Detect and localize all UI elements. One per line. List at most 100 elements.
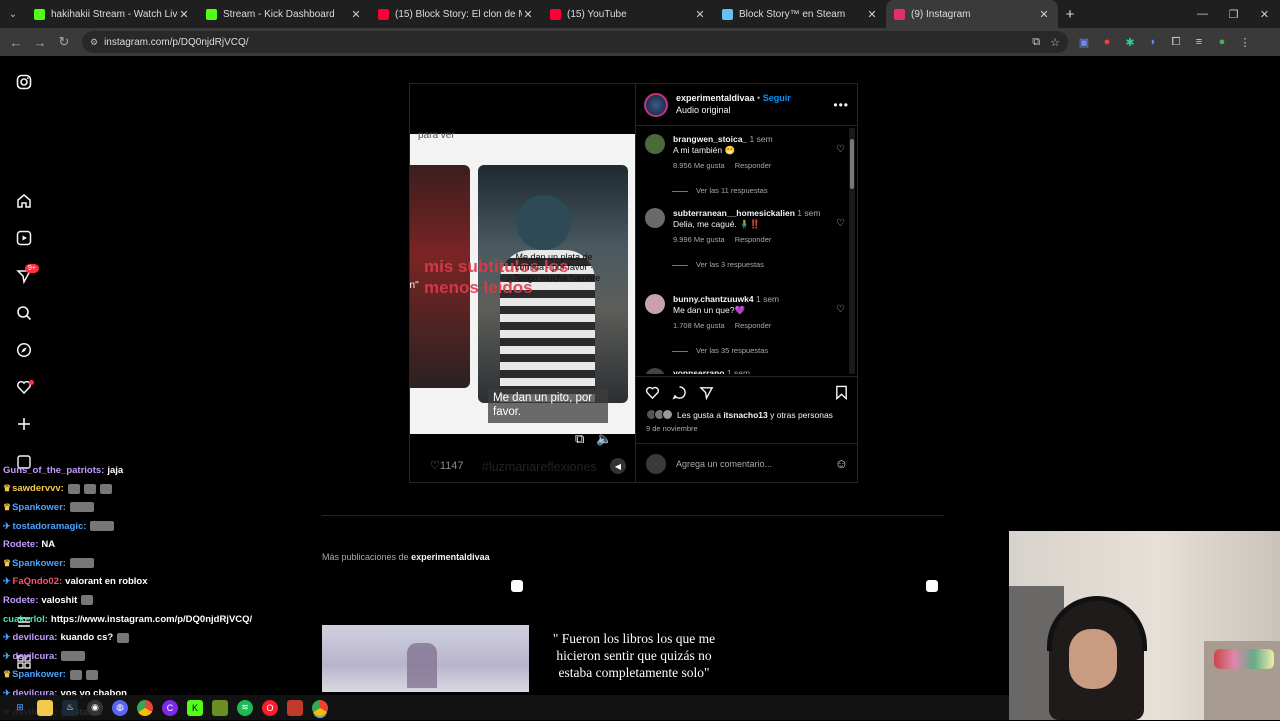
address-bar[interactable]: ⚙ instagram.com/p/DQ0njdRjVCQ/ ⧉ ☆ — [82, 31, 1068, 53]
browser-tab[interactable]: Stream - Kick Dashboard ✕ — [198, 0, 370, 28]
instagram-logo-icon[interactable] — [14, 72, 34, 92]
audio-label[interactable]: Audio original — [676, 105, 791, 117]
extension-icon[interactable]: ◗ — [1147, 36, 1159, 49]
comment-likes[interactable]: 1.708 Me gusta — [673, 321, 725, 330]
share-send-icon[interactable] — [699, 385, 714, 404]
start-windows-icon[interactable]: ⊞ — [12, 700, 28, 716]
chat-username[interactable]: Spankower: — [12, 502, 66, 513]
save-bookmark-icon[interactable] — [835, 385, 848, 403]
canva-icon[interactable]: C — [162, 699, 178, 716]
like-heart-icon[interactable] — [645, 385, 660, 404]
commenter-avatar[interactable] — [645, 368, 665, 374]
minecraft-icon[interactable] — [212, 699, 228, 716]
comment-likes[interactable]: 9.996 Me gusta — [673, 235, 725, 244]
chrome-active-icon[interactable] — [312, 699, 328, 716]
bookmark-star-icon[interactable]: ☆ — [1050, 36, 1060, 49]
view-replies-button[interactable]: Ver las 3 respuestas — [672, 260, 764, 269]
comment-username[interactable]: subterranean__homesickalien — [673, 208, 795, 218]
comment-bubble-icon[interactable] — [672, 385, 687, 404]
chat-username[interactable]: sawdervvv: — [12, 483, 64, 494]
tab-close-icon[interactable]: ✕ — [350, 8, 362, 21]
chat-username[interactable]: Guns_of_the_patriots: — [3, 465, 104, 476]
reply-button[interactable]: Responder — [735, 161, 772, 170]
author-username[interactable]: experimentaldivaa — [676, 93, 755, 103]
url-text[interactable]: instagram.com/p/DQ0njdRjVCQ/ — [104, 37, 249, 48]
chat-username[interactable]: Spankower: — [12, 558, 66, 569]
commenter-avatar[interactable] — [645, 208, 665, 228]
restore-button[interactable]: ❐ — [1218, 8, 1249, 21]
grid-post-quote[interactable]: " Fueron los libros los que me hicieron … — [548, 631, 720, 682]
liked-by-user[interactable]: itsnacho13 — [723, 410, 767, 420]
tab-close-icon[interactable]: ✕ — [1038, 8, 1050, 21]
browser-tab[interactable]: (15) Block Story: El clon de Min ✕ — [370, 0, 542, 28]
extension-icon[interactable]: ▣ — [1078, 36, 1090, 49]
minimize-button[interactable]: — — [1187, 8, 1218, 21]
close-window-button[interactable]: ✕ — [1249, 8, 1280, 21]
grid-post-thumbnail[interactable] — [322, 625, 529, 692]
file-explorer-icon[interactable] — [37, 699, 53, 716]
captions-icon[interactable]: ⧉ — [575, 431, 584, 447]
chat-username[interactable]: devilcura: — [13, 651, 58, 662]
profile-avatar[interactable]: ● — [1216, 36, 1228, 49]
reel-video[interactable]: para ver en" mis subtitulos los menos le… — [410, 84, 635, 482]
steam-icon[interactable]: ♨ — [62, 699, 78, 716]
more-options-icon[interactable]: ••• — [833, 98, 849, 112]
liked-by[interactable]: Les gusta a itsnacho13 y otras personas — [646, 409, 833, 420]
obs-icon[interactable]: ◉ — [87, 699, 103, 716]
follow-button[interactable]: Seguir — [763, 93, 791, 103]
browser-tab[interactable]: (9) Instagram ✕ — [886, 0, 1058, 28]
menu-kebab-icon[interactable]: ⋮ — [1239, 36, 1251, 49]
emoji-picker-icon[interactable]: ☺ — [835, 456, 848, 471]
volume-icon[interactable]: 🔈 — [596, 431, 612, 447]
author-avatar[interactable] — [644, 92, 668, 117]
tab-close-icon[interactable]: ✕ — [522, 8, 534, 21]
comment-username[interactable]: bunny.chantzuuwk4 — [673, 294, 754, 304]
extensions-puzzle-icon[interactable]: ⧠ — [1170, 36, 1182, 49]
create-plus-icon[interactable] — [14, 414, 34, 434]
home-icon[interactable] — [14, 191, 34, 211]
comments-scrollbar-thumb[interactable] — [850, 139, 854, 189]
app-icon[interactable] — [287, 699, 303, 716]
tab-search-button[interactable]: ⌄ — [0, 4, 26, 24]
chat-username[interactable]: Rodete: — [3, 595, 38, 606]
comment-like-heart-icon[interactable]: ♡ — [836, 218, 845, 229]
comment-username[interactable]: yonnserrano — [673, 368, 725, 374]
chat-username[interactable]: cuakerlol: — [3, 614, 48, 625]
add-comment-input[interactable]: Agrega un comentario... — [676, 459, 772, 469]
chat-username[interactable]: FaQndo02: — [13, 576, 63, 587]
extension-icon[interactable]: ✱ — [1124, 36, 1136, 49]
site-info-icon[interactable]: ⚙ — [90, 37, 98, 48]
chat-username[interactable]: Rodete: — [3, 539, 38, 550]
mute-toggle-icon[interactable]: ◀ — [610, 458, 626, 474]
reading-list-icon[interactable]: ≡ — [1193, 36, 1205, 49]
view-replies-button[interactable]: Ver las 35 respuestas — [672, 346, 768, 355]
forward-button[interactable]: → — [28, 35, 52, 50]
install-app-icon[interactable]: ⧉ — [1032, 36, 1040, 49]
comment-like-heart-icon[interactable]: ♡ — [836, 144, 845, 155]
commenter-avatar[interactable] — [645, 134, 665, 154]
commenter-avatar[interactable] — [645, 294, 665, 314]
reply-button[interactable]: Responder — [735, 235, 772, 244]
extension-icon[interactable]: ● — [1101, 36, 1113, 49]
spotify-icon[interactable]: ≋ — [237, 699, 253, 716]
view-replies-button[interactable]: Ver las 11 respuestas — [672, 186, 768, 195]
tab-close-icon[interactable]: ✕ — [178, 8, 190, 21]
tab-close-icon[interactable]: ✕ — [866, 8, 878, 21]
back-button[interactable]: ← — [4, 35, 28, 50]
new-tab-button[interactable]: + — [1058, 6, 1082, 23]
kick-icon[interactable]: K — [187, 699, 203, 716]
chat-username[interactable]: devilcura: — [13, 632, 58, 643]
reload-button[interactable]: ↻ — [52, 34, 76, 50]
opera-icon[interactable]: O — [262, 699, 278, 716]
search-icon[interactable] — [14, 303, 34, 323]
chat-username[interactable]: Spankower: — [12, 669, 66, 680]
reply-button[interactable]: Responder — [735, 321, 772, 330]
more-posts-user[interactable]: experimentaldivaa — [411, 552, 490, 562]
reels-icon[interactable] — [14, 228, 34, 248]
tab-close-icon[interactable]: ✕ — [694, 8, 706, 21]
comment-likes[interactable]: 8.956 Me gusta — [673, 161, 725, 170]
chrome-icon[interactable] — [137, 699, 153, 716]
browser-tab[interactable]: (15) YouTube ✕ — [542, 0, 714, 28]
discord-icon[interactable]: ◍ — [112, 699, 128, 716]
explore-compass-icon[interactable] — [14, 340, 34, 360]
